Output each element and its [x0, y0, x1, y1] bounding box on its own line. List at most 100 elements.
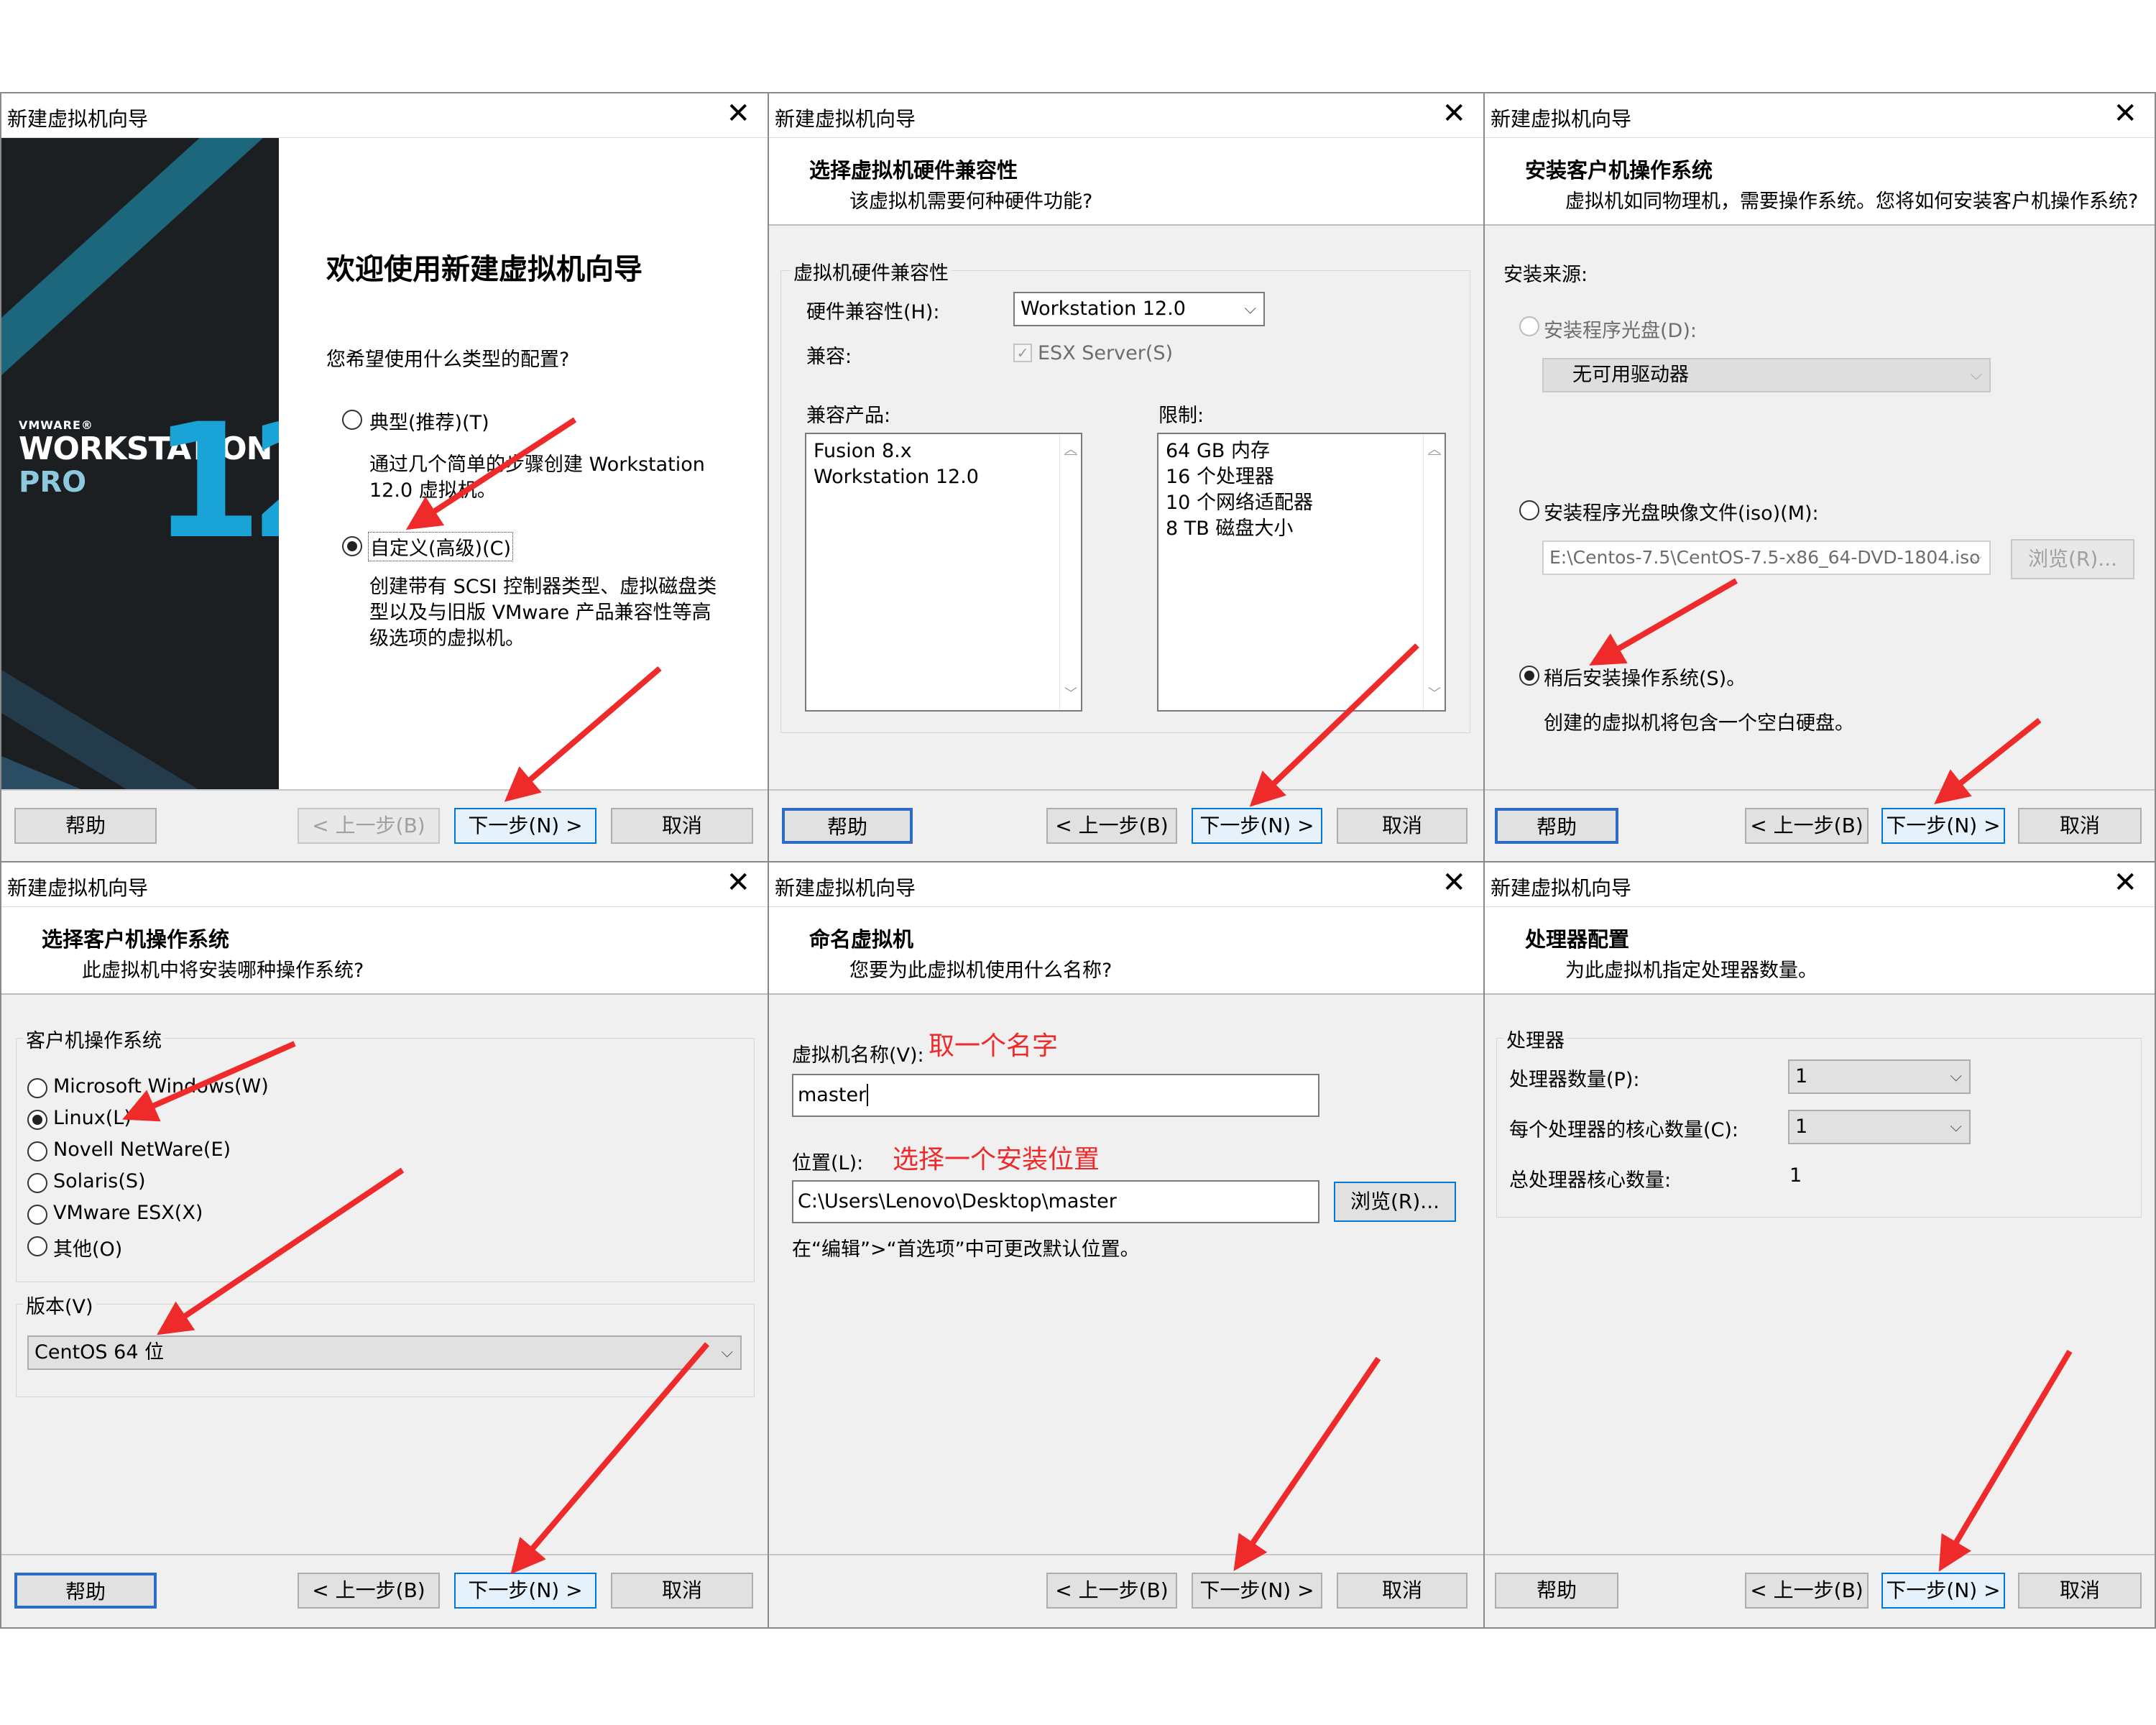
vm-name-input[interactable]: master	[792, 1074, 1319, 1117]
wizard-dialog-welcome: 新建虚拟机向导 ✕ VMWARE® WORKSTATION PRO 12 欢迎使…	[0, 92, 769, 864]
radio-custom-label[interactable]: 自定义(高级)(C)	[368, 532, 513, 561]
radio-os-linux[interactable]	[27, 1110, 47, 1130]
cancel-button[interactable]: 取消	[2018, 1573, 2142, 1609]
radio-os-other[interactable]	[27, 1236, 47, 1256]
browse-location-button[interactable]: 浏览(R)...	[1334, 1182, 1456, 1222]
radio-install-later[interactable]	[1519, 666, 1539, 686]
back-button[interactable]: < 上一步(B)	[1046, 808, 1177, 844]
radio-os-other-label[interactable]: 其他(O)	[53, 1233, 122, 1261]
back-button[interactable]: < 上一步(B)	[1046, 1573, 1177, 1609]
close-icon[interactable]: ✕	[1442, 868, 1466, 897]
help-button[interactable]: 帮助	[1495, 1573, 1618, 1609]
step-subtitle: 该虚拟机需要何种硬件功能?	[849, 190, 1093, 213]
version-select[interactable]: CentOS 64 位 ⌵	[27, 1335, 742, 1370]
vm-name-annotation: 取一个名字	[929, 1031, 1059, 1061]
help-button[interactable]: 帮助	[782, 808, 913, 844]
window-title: 新建虚拟机向导	[7, 107, 149, 131]
processor-group-label: 处理器	[1503, 1025, 1567, 1053]
cancel-button[interactable]: 取消	[611, 1573, 753, 1609]
radio-disc[interactable]	[1519, 316, 1539, 336]
radio-typical[interactable]	[342, 410, 362, 430]
close-icon[interactable]: ✕	[2113, 99, 2137, 128]
cancel-button[interactable]: 取消	[1337, 1573, 1468, 1609]
back-button[interactable]: < 上一步(B)	[298, 1573, 440, 1609]
back-button[interactable]: < 上一步(B)	[1745, 808, 1869, 844]
chevron-down-icon: ⌵	[1970, 366, 1982, 384]
chevron-down-icon[interactable]: ﹀	[1064, 681, 1077, 707]
iso-path-select[interactable]: E:\Centos-7.5\CentOS-7.5-x86_64-DVD-1804…	[1542, 540, 1991, 575]
step-header: 处理器配置 为此虚拟机指定处理器数量。	[1485, 907, 2155, 995]
list-item[interactable]: Fusion 8.x	[814, 438, 1074, 464]
iso-path-value: E:\Centos-7.5\CentOS-7.5-x86_64-DVD-1804…	[1549, 547, 1981, 568]
welcome-heading: 欢迎使用新建虚拟机向导	[326, 252, 642, 286]
radio-iso[interactable]	[1519, 500, 1539, 520]
scrollbar[interactable]: ︿ ﹀	[1059, 434, 1081, 710]
radio-os-solaris[interactable]	[27, 1173, 47, 1193]
radio-disc-label[interactable]: 安装程序光盘(D):	[1544, 315, 1697, 343]
wizard-dialog-install-os: 新建虚拟机向导 ✕ 安装客户机操作系统 虚拟机如同物理机，需要操作系统。您将如何…	[1483, 92, 2156, 864]
help-button[interactable]: 帮助	[14, 1573, 157, 1609]
close-icon[interactable]: ✕	[726, 99, 750, 128]
radio-os-windows[interactable]	[27, 1078, 47, 1098]
chevron-up-icon[interactable]: ︿	[1428, 437, 1441, 463]
next-button[interactable]: 下一步(N) >	[454, 1573, 596, 1609]
radio-os-solaris-label[interactable]: Solaris(S)	[53, 1170, 146, 1192]
browse-iso-button[interactable]: 浏览(R)...	[2011, 539, 2134, 579]
next-button[interactable]: 下一步(N) >	[1881, 808, 2005, 844]
radio-custom[interactable]	[342, 536, 362, 556]
title-bar: 新建虚拟机向导 ✕	[769, 93, 1483, 138]
next-button[interactable]: 下一步(N) >	[454, 808, 596, 844]
radio-iso-label[interactable]: 安装程序光盘映像文件(iso)(M):	[1544, 497, 1819, 525]
next-button[interactable]: 下一步(N) >	[1881, 1573, 2005, 1609]
title-bar: 新建虚拟机向导 ✕	[1485, 93, 2155, 138]
limits-list[interactable]: 64 GB 内存 16 个处理器 10 个网络适配器 8 TB 磁盘大小 ︿ ﹀	[1157, 433, 1446, 712]
radio-typical-label[interactable]: 典型(推荐)(T)	[369, 407, 489, 435]
radio-os-linux-label[interactable]: Linux(L)	[53, 1107, 132, 1129]
back-button[interactable]: < 上一步(B)	[298, 808, 440, 844]
config-question: 您希望使用什么类型的配置?	[326, 349, 570, 371]
products-list[interactable]: Fusion 8.x Workstation 12.0 ︿ ﹀	[805, 433, 1082, 712]
chevron-down-icon[interactable]: ﹀	[1428, 681, 1441, 707]
close-icon[interactable]: ✕	[1442, 99, 1466, 128]
step-header: 安装客户机操作系统 虚拟机如同物理机，需要操作系统。您将如何安装客户机操作系统?	[1485, 138, 2155, 226]
cancel-button[interactable]: 取消	[1337, 808, 1468, 844]
cancel-button[interactable]: 取消	[611, 808, 753, 844]
custom-desc-line1: 创建带有 SCSI 控制器类型、虚拟磁盘类	[369, 576, 717, 598]
title-bar: 新建虚拟机向导 ✕	[1, 93, 768, 138]
disc-select[interactable]: 无可用驱动器 ⌵	[1542, 358, 1991, 392]
total-cores-value: 1	[1789, 1164, 1802, 1187]
list-item[interactable]: Workstation 12.0	[814, 464, 1074, 490]
radio-os-esx[interactable]	[27, 1205, 47, 1225]
disc-value: 无可用驱动器	[1572, 364, 1689, 386]
limits-label: 限制:	[1158, 405, 1204, 427]
cores-select[interactable]: 1 ⌵	[1788, 1110, 1971, 1144]
cancel-button[interactable]: 取消	[2018, 808, 2142, 844]
next-button[interactable]: 下一步(N) >	[1192, 1573, 1322, 1609]
product-brand: VMWARE® WORKSTATION PRO 12	[19, 402, 279, 561]
radio-os-windows-label[interactable]: Microsoft Windows(W)	[53, 1075, 269, 1098]
chevron-down-icon: ⌵	[1950, 1067, 1962, 1085]
location-input[interactable]: C:\Users\Lenovo\Desktop\master	[792, 1180, 1319, 1223]
chevron-up-icon[interactable]: ︿	[1064, 437, 1077, 463]
cpu-count-select[interactable]: 1 ⌵	[1788, 1059, 1971, 1094]
step-title: 选择虚拟机硬件兼容性	[809, 158, 1018, 183]
help-button[interactable]: 帮助	[1495, 808, 1618, 844]
custom-desc-line3: 级选项的虚拟机。	[369, 627, 525, 650]
radio-os-netware-label[interactable]: Novell NetWare(E)	[53, 1138, 231, 1161]
radio-os-esx-label[interactable]: VMware ESX(X)	[53, 1202, 203, 1224]
radio-os-netware[interactable]	[27, 1141, 47, 1162]
chevron-down-icon: ⌵	[1950, 1118, 1962, 1136]
list-item: 10 个网络适配器	[1166, 492, 1313, 514]
location-value: C:\Users\Lenovo\Desktop\master	[798, 1190, 1117, 1213]
close-icon[interactable]: ✕	[2113, 868, 2137, 897]
help-button[interactable]: 帮助	[14, 808, 157, 844]
next-button[interactable]: 下一步(N) >	[1192, 808, 1322, 844]
close-icon[interactable]: ✕	[726, 868, 750, 897]
hw-compat-select[interactable]: Workstation 12.0 ⌵	[1013, 292, 1265, 326]
text-cursor	[867, 1084, 869, 1106]
esx-checkbox[interactable]: ✓	[1013, 344, 1032, 362]
cores-label: 每个处理器的核心数量(C):	[1509, 1119, 1739, 1141]
radio-install-later-label[interactable]: 稍后安装操作系统(S)。	[1544, 663, 1746, 691]
scrollbar[interactable]: ︿ ﹀	[1423, 434, 1445, 710]
back-button[interactable]: < 上一步(B)	[1745, 1573, 1869, 1609]
